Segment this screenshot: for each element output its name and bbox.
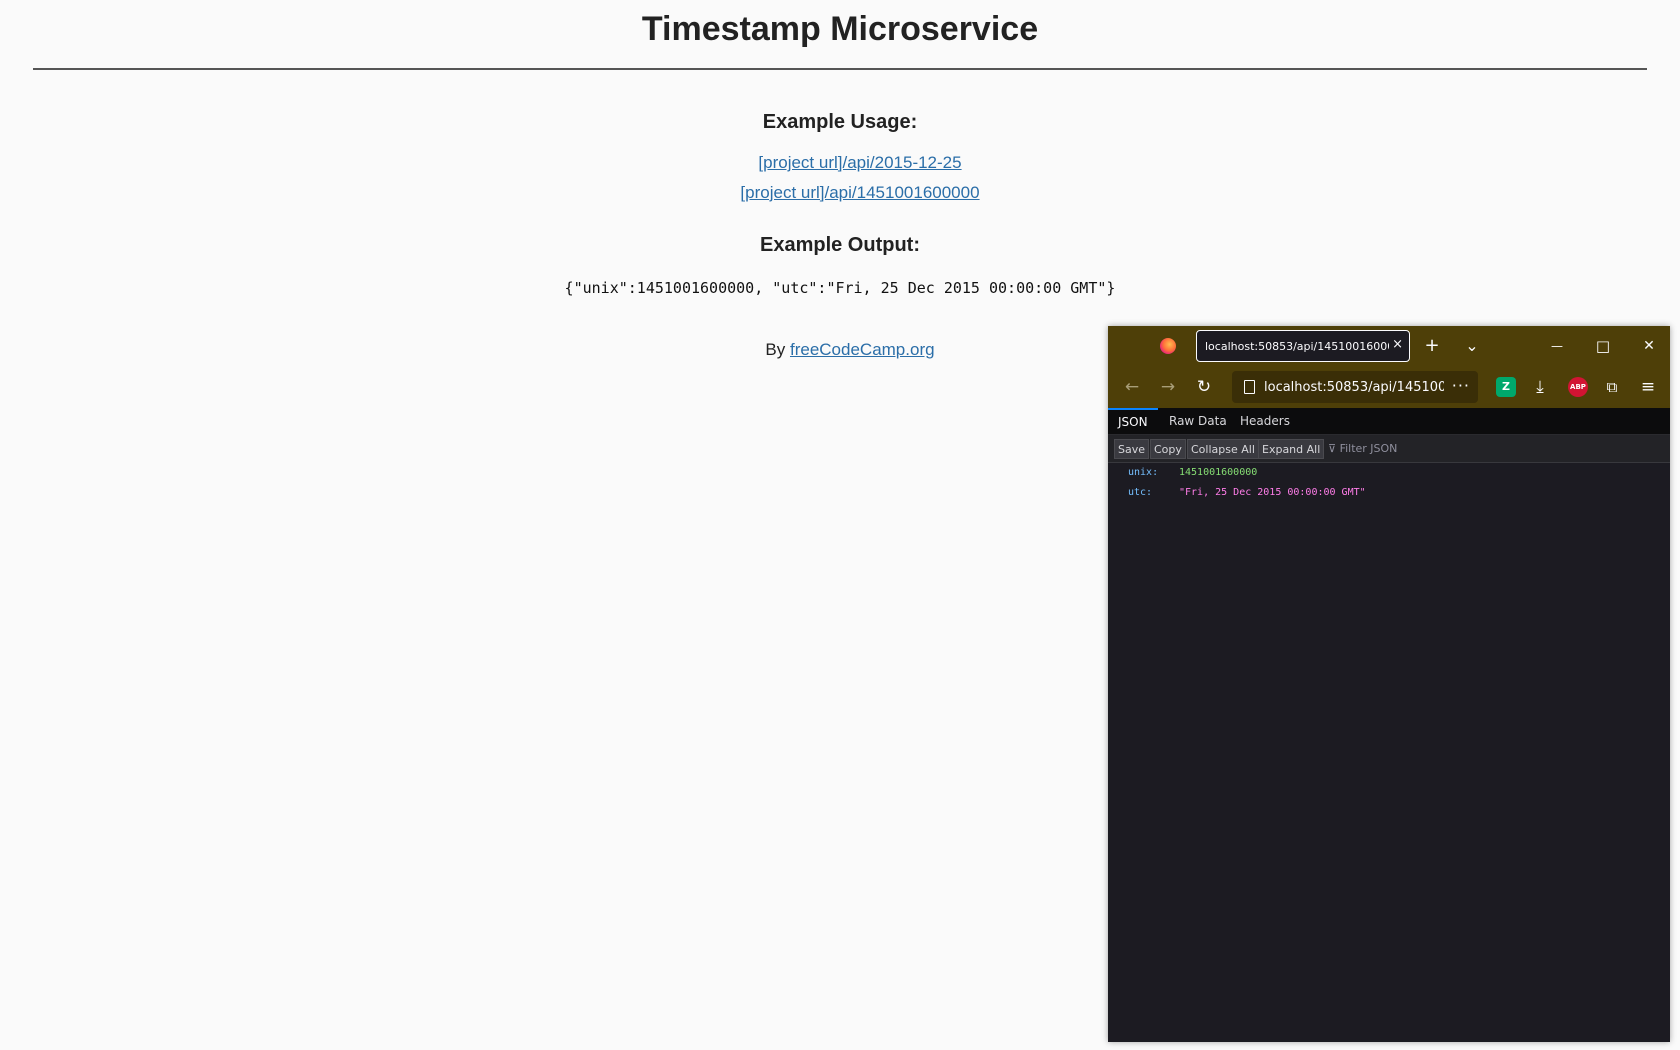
expand-all-button[interactable]: Expand All	[1258, 439, 1325, 459]
forward-icon[interactable]: →	[1156, 375, 1180, 399]
extensions-icon[interactable]: ⧉	[1600, 375, 1624, 399]
tab-headers[interactable]: Headers	[1240, 408, 1290, 434]
firefox-logo-icon	[1160, 338, 1176, 354]
example-output-code: {"unix":1451001600000, "utc":"Fri, 25 De…	[564, 279, 1116, 297]
tab-json[interactable]: JSON	[1108, 408, 1158, 436]
minimize-icon[interactable]: —	[1545, 334, 1569, 358]
download-icon[interactable]: ⤓	[1528, 375, 1552, 399]
timestamp-page: Timestamp Microservice Example Usage: [p…	[0, 0, 1680, 1050]
tab-bar: localhost:50853/api/1451001600000 × + ⌄ …	[1108, 326, 1670, 366]
tab-title: localhost:50853/api/1451001600000	[1205, 340, 1389, 353]
new-tab-icon[interactable]: +	[1420, 334, 1444, 358]
filter-icon: ⊽	[1328, 442, 1337, 455]
nav-bar: ← → ↻ localhost:50853/api/1451001600000 …	[1108, 366, 1670, 408]
adblock-icon[interactable]: ABP	[1568, 377, 1588, 397]
json-row-unix[interactable]: unix: 1451001600000	[1108, 463, 1670, 483]
byline-prefix: By	[765, 340, 790, 359]
back-icon[interactable]: ←	[1120, 375, 1144, 399]
title-divider	[33, 68, 1647, 70]
menu-icon[interactable]: ≡	[1636, 375, 1660, 399]
copy-button[interactable]: Copy	[1150, 439, 1186, 459]
page-icon	[1244, 380, 1255, 394]
filter-placeholder: Filter JSON	[1339, 442, 1398, 455]
collapse-all-button[interactable]: Collapse All	[1187, 439, 1259, 459]
json-row-utc[interactable]: utc: "Fri, 25 Dec 2015 00:00:00 GMT"	[1108, 483, 1670, 503]
close-window-icon[interactable]: ✕	[1637, 334, 1661, 358]
save-button[interactable]: Save	[1114, 439, 1150, 459]
tab-raw-data[interactable]: Raw Data	[1169, 408, 1227, 434]
shield-extension-icon[interactable]: Z	[1496, 377, 1516, 397]
maximize-icon[interactable]: □	[1591, 334, 1615, 358]
json-value-number: 1451001600000	[1179, 467, 1258, 478]
reload-icon[interactable]: ↻	[1192, 375, 1216, 399]
usage-link-row-2: [project url]/api/1451001600000	[0, 183, 1680, 203]
page-title: Timestamp Microservice	[641, 10, 1039, 48]
browser-window: localhost:50853/api/1451001600000 × + ⌄ …	[1108, 326, 1670, 1042]
usage-heading: Example Usage:	[762, 111, 918, 133]
tab-close-icon[interactable]: ×	[1392, 338, 1403, 352]
freecodecamp-link[interactable]: freeCodeCamp.org	[790, 340, 935, 359]
output-heading: Example Output:	[759, 234, 920, 256]
usage-link-unix[interactable]: [project url]/api/1451001600000	[740, 183, 979, 202]
browser-tab[interactable]: localhost:50853/api/1451001600000 ×	[1196, 330, 1410, 362]
json-key: utc:	[1128, 487, 1153, 498]
json-tree: unix: 1451001600000 utc: "Fri, 25 Dec 20…	[1108, 463, 1670, 1042]
more-icon[interactable]: ···	[1452, 376, 1470, 395]
list-all-tabs-icon[interactable]: ⌄	[1460, 334, 1484, 358]
usage-link-date[interactable]: [project url]/api/2015-12-25	[758, 153, 961, 172]
json-toolbar: Save Copy Collapse All Expand All ⊽ Filt…	[1108, 435, 1670, 463]
json-key: unix:	[1128, 467, 1159, 478]
json-viewer-tabs: JSON Raw Data Headers	[1108, 408, 1670, 435]
filter-json-input[interactable]: ⊽ Filter JSON	[1328, 442, 1397, 455]
json-value-string: "Fri, 25 Dec 2015 00:00:00 GMT"	[1179, 487, 1366, 498]
usage-link-row-1: [project url]/api/2015-12-25	[0, 153, 1680, 173]
url-text[interactable]: localhost:50853/api/1451001600000	[1264, 380, 1444, 395]
url-bar[interactable]: localhost:50853/api/1451001600000 ···	[1232, 371, 1478, 403]
